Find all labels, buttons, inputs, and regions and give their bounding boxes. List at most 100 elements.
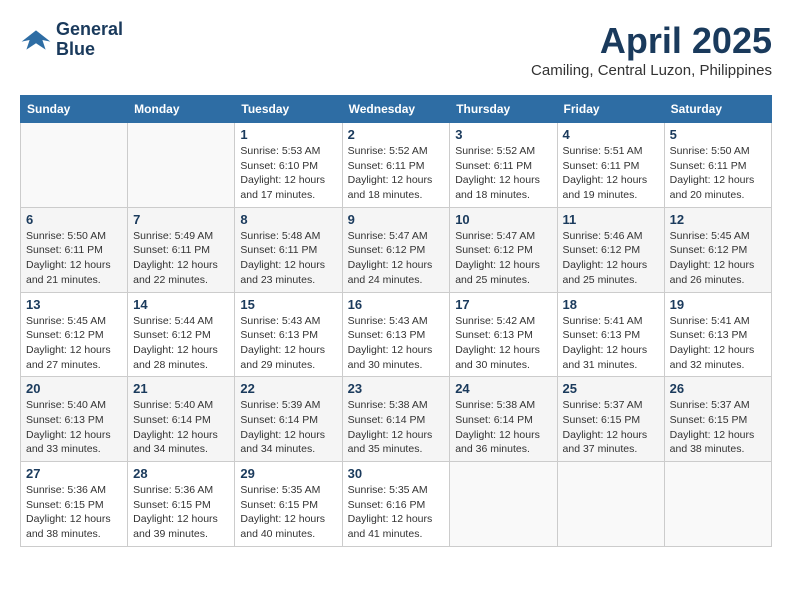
day-info: Sunrise: 5:43 AMSunset: 6:13 PMDaylight:… bbox=[240, 314, 336, 373]
calendar-cell: 10 Sunrise: 5:47 AMSunset: 6:12 PMDayligh… bbox=[450, 207, 557, 292]
day-number: 21 bbox=[133, 381, 229, 396]
day-info: Sunrise: 5:40 AMSunset: 6:13 PMDaylight:… bbox=[26, 398, 122, 457]
day-number: 19 bbox=[670, 297, 766, 312]
calendar-week-row: 6Sunrise: 5:50 AMSunset: 6:11 PMDaylight… bbox=[21, 207, 772, 292]
month-title: April 2025 bbox=[531, 20, 772, 62]
day-number: 27 bbox=[26, 466, 122, 481]
day-info: Sunrise: 5:37 AMSunset: 6:15 PMDaylight:… bbox=[670, 398, 766, 457]
calendar-cell: 4Sunrise: 5:51 AMSunset: 6:11 PMDaylight… bbox=[557, 123, 664, 208]
day-number: 25 bbox=[563, 381, 659, 396]
day-info: Sunrise: 5:46 AMSunset: 6:12 PMDaylight:… bbox=[563, 229, 659, 288]
calendar-cell: 27 Sunrise: 5:36 AMSunset: 6:15 PMDayligh… bbox=[21, 462, 128, 547]
calendar-cell: 5 Sunrise: 5:50 AMSunset: 6:11 PMDaylight… bbox=[664, 123, 771, 208]
day-number: 20 bbox=[26, 381, 122, 396]
calendar-cell: 24Sunrise: 5:38 AMSunset: 6:14 PMDayligh… bbox=[450, 377, 557, 462]
day-number: 30 bbox=[348, 466, 445, 481]
weekday-header: Monday bbox=[128, 96, 235, 123]
day-number: 29 bbox=[240, 466, 336, 481]
logo-icon bbox=[20, 24, 52, 56]
weekday-header: Tuesday bbox=[235, 96, 342, 123]
day-info: Sunrise: 5:47 AMSunset: 6:12 PMDaylight:… bbox=[348, 229, 445, 288]
calendar-cell: 3 Sunrise: 5:52 AMSunset: 6:11 PMDaylight… bbox=[450, 123, 557, 208]
day-info: Sunrise: 5:52 AMSunset: 6:11 PMDaylight:… bbox=[348, 144, 445, 203]
calendar-cell: 1 Sunrise: 5:53 AMSunset: 6:10 PMDaylight… bbox=[235, 123, 342, 208]
day-number: 28 bbox=[133, 466, 229, 481]
logo-text: General Blue bbox=[56, 20, 123, 60]
title-block: April 2025 Camiling, Central Luzon, Phil… bbox=[531, 20, 772, 79]
day-info: Sunrise: 5:37 AMSunset: 6:15 PMDaylight:… bbox=[563, 398, 659, 457]
calendar-cell: 28 Sunrise: 5:36 AMSunset: 6:15 PMDayligh… bbox=[128, 462, 235, 547]
calendar-cell: 25 Sunrise: 5:37 AMSunset: 6:15 PMDayligh… bbox=[557, 377, 664, 462]
day-info: Sunrise: 5:42 AMSunset: 6:13 PMDaylight:… bbox=[455, 314, 551, 373]
day-number: 18 bbox=[563, 297, 659, 312]
day-info: Sunrise: 5:47 AMSunset: 6:12 PMDaylight:… bbox=[455, 229, 551, 288]
day-number: 7 bbox=[133, 212, 229, 227]
calendar-cell: 13 Sunrise: 5:45 AMSunset: 6:12 PMDayligh… bbox=[21, 292, 128, 377]
day-info: Sunrise: 5:45 AMSunset: 6:12 PMDaylight:… bbox=[670, 229, 766, 288]
day-info: Sunrise: 5:41 AMSunset: 6:13 PMDaylight:… bbox=[563, 314, 659, 373]
calendar-cell: 23 Sunrise: 5:38 AMSunset: 6:14 PMDayligh… bbox=[342, 377, 450, 462]
calendar-cell: 15Sunrise: 5:43 AMSunset: 6:13 PMDayligh… bbox=[235, 292, 342, 377]
day-info: Sunrise: 5:53 AMSunset: 6:10 PMDaylight:… bbox=[240, 144, 336, 203]
day-info: Sunrise: 5:38 AMSunset: 6:14 PMDaylight:… bbox=[348, 398, 445, 457]
calendar-cell bbox=[557, 462, 664, 547]
calendar-cell: 26 Sunrise: 5:37 AMSunset: 6:15 PMDayligh… bbox=[664, 377, 771, 462]
calendar-cell bbox=[664, 462, 771, 547]
day-info: Sunrise: 5:40 AMSunset: 6:14 PMDaylight:… bbox=[133, 398, 229, 457]
day-info: Sunrise: 5:49 AMSunset: 6:11 PMDaylight:… bbox=[133, 229, 229, 288]
weekday-header: Thursday bbox=[450, 96, 557, 123]
day-number: 10 bbox=[455, 212, 551, 227]
day-number: 26 bbox=[670, 381, 766, 396]
day-info: Sunrise: 5:51 AMSunset: 6:11 PMDaylight:… bbox=[563, 144, 659, 203]
day-info: Sunrise: 5:38 AMSunset: 6:14 PMDaylight:… bbox=[455, 398, 551, 457]
calendar-cell: 20 Sunrise: 5:40 AMSunset: 6:13 PMDayligh… bbox=[21, 377, 128, 462]
calendar-cell: 21 Sunrise: 5:40 AMSunset: 6:14 PMDayligh… bbox=[128, 377, 235, 462]
logo: General Blue bbox=[20, 20, 123, 60]
calendar-cell: 16 Sunrise: 5:43 AMSunset: 6:13 PMDayligh… bbox=[342, 292, 450, 377]
day-info: Sunrise: 5:35 AMSunset: 6:16 PMDaylight:… bbox=[348, 483, 445, 542]
day-number: 23 bbox=[348, 381, 445, 396]
calendar-cell: 7 Sunrise: 5:49 AMSunset: 6:11 PMDaylight… bbox=[128, 207, 235, 292]
day-info: Sunrise: 5:41 AMSunset: 6:13 PMDaylight:… bbox=[670, 314, 766, 373]
calendar-cell bbox=[128, 123, 235, 208]
weekday-header: Wednesday bbox=[342, 96, 450, 123]
calendar-cell: 11 Sunrise: 5:46 AMSunset: 6:12 PMDayligh… bbox=[557, 207, 664, 292]
day-info: Sunrise: 5:45 AMSunset: 6:12 PMDaylight:… bbox=[26, 314, 122, 373]
calendar-cell: 17 Sunrise: 5:42 AMSunset: 6:13 PMDayligh… bbox=[450, 292, 557, 377]
day-number: 1 bbox=[240, 127, 336, 142]
calendar-cell bbox=[21, 123, 128, 208]
calendar-week-row: 27 Sunrise: 5:36 AMSunset: 6:15 PMDayligh… bbox=[21, 462, 772, 547]
calendar-week-row: 13 Sunrise: 5:45 AMSunset: 6:12 PMDayligh… bbox=[21, 292, 772, 377]
day-number: 2 bbox=[348, 127, 445, 142]
calendar-cell: 14Sunrise: 5:44 AMSunset: 6:12 PMDayligh… bbox=[128, 292, 235, 377]
day-info: Sunrise: 5:36 AMSunset: 6:15 PMDaylight:… bbox=[26, 483, 122, 542]
day-number: 6 bbox=[26, 212, 122, 227]
calendar-cell: 9Sunrise: 5:47 AMSunset: 6:12 PMDaylight… bbox=[342, 207, 450, 292]
day-number: 3 bbox=[455, 127, 551, 142]
day-info: Sunrise: 5:43 AMSunset: 6:13 PMDaylight:… bbox=[348, 314, 445, 373]
calendar-cell: 8Sunrise: 5:48 AMSunset: 6:11 PMDaylight… bbox=[235, 207, 342, 292]
day-number: 11 bbox=[563, 212, 659, 227]
day-info: Sunrise: 5:52 AMSunset: 6:11 PMDaylight:… bbox=[455, 144, 551, 203]
calendar-cell: 30 Sunrise: 5:35 AMSunset: 6:16 PMDayligh… bbox=[342, 462, 450, 547]
day-info: Sunrise: 5:39 AMSunset: 6:14 PMDaylight:… bbox=[240, 398, 336, 457]
location-title: Camiling, Central Luzon, Philippines bbox=[531, 62, 772, 79]
calendar-cell: 19 Sunrise: 5:41 AMSunset: 6:13 PMDayligh… bbox=[664, 292, 771, 377]
day-info: Sunrise: 5:50 AMSunset: 6:11 PMDaylight:… bbox=[670, 144, 766, 203]
calendar-table: SundayMondayTuesdayWednesdayThursdayFrid… bbox=[20, 95, 772, 547]
day-info: Sunrise: 5:36 AMSunset: 6:15 PMDaylight:… bbox=[133, 483, 229, 542]
day-info: Sunrise: 5:44 AMSunset: 6:12 PMDaylight:… bbox=[133, 314, 229, 373]
day-number: 13 bbox=[26, 297, 122, 312]
day-number: 12 bbox=[670, 212, 766, 227]
calendar-cell: 18 Sunrise: 5:41 AMSunset: 6:13 PMDayligh… bbox=[557, 292, 664, 377]
calendar-cell: 2 Sunrise: 5:52 AMSunset: 6:11 PMDaylight… bbox=[342, 123, 450, 208]
calendar-cell: 22 Sunrise: 5:39 AMSunset: 6:14 PMDayligh… bbox=[235, 377, 342, 462]
day-number: 5 bbox=[670, 127, 766, 142]
day-number: 17 bbox=[455, 297, 551, 312]
calendar-cell bbox=[450, 462, 557, 547]
weekday-header: Sunday bbox=[21, 96, 128, 123]
page-header: General Blue April 2025 Camiling, Centra… bbox=[20, 20, 772, 79]
day-number: 16 bbox=[348, 297, 445, 312]
calendar-cell: 12 Sunrise: 5:45 AMSunset: 6:12 PMDayligh… bbox=[664, 207, 771, 292]
day-number: 22 bbox=[240, 381, 336, 396]
